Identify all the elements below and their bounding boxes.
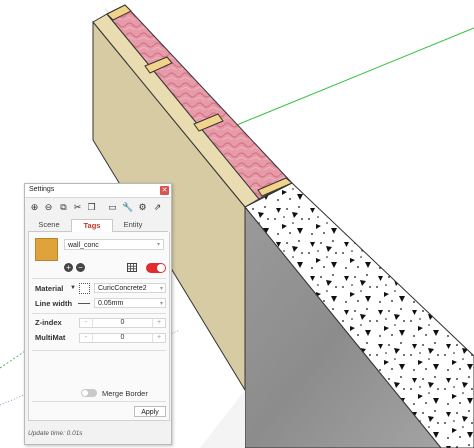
multimat-label: MultiMat	[35, 333, 66, 342]
tab-bar: Scene Tags Entity	[28, 219, 168, 232]
tags-content: wall_conc ▾ + − Material ▼ CuricConcrete…	[28, 232, 170, 421]
chevron-down-icon: ▾	[156, 242, 160, 248]
chevron-down-icon: ▾	[159, 301, 163, 307]
merge-border-toggle[interactable]	[81, 389, 97, 397]
add-tag-icon[interactable]: +	[64, 263, 73, 272]
divider	[32, 350, 166, 351]
toggle-knob	[157, 264, 165, 272]
material-pattern-icon[interactable]	[79, 283, 90, 294]
toggle-knob	[82, 390, 88, 396]
add-circle-icon[interactable]: ⊕	[29, 202, 40, 213]
line-width-label: Line width	[35, 299, 73, 308]
tab-scene[interactable]: Scene	[28, 219, 70, 231]
cut-icon[interactable]: ✂	[72, 202, 83, 213]
close-icon[interactable]: ✕	[160, 186, 169, 195]
divider	[32, 278, 166, 279]
multimat-increment-button[interactable]: +	[152, 334, 165, 342]
apply-button[interactable]: Apply	[134, 406, 166, 417]
monitor-icon[interactable]: ▭	[107, 202, 118, 213]
divider	[32, 313, 166, 314]
toolbar: ⊕ ⊖ ⧉ ✂ ❐ ▭ 🔧 ⚙ ⇗	[25, 200, 171, 216]
remove-tag-icon[interactable]: −	[76, 263, 85, 272]
tab-entity[interactable]: Entity	[112, 219, 154, 231]
line-width-icon	[78, 303, 90, 304]
settings-titlebar[interactable]: Settings ✕	[25, 184, 171, 198]
material-value: CuricConcrete2	[98, 285, 147, 292]
line-width-select[interactable]: 0.05mm ▾	[94, 298, 166, 308]
merge-border-label: Merge Border	[102, 389, 148, 398]
caret-down-icon[interactable]: ▼	[70, 285, 76, 291]
tag-visibility-toggle[interactable]	[146, 263, 166, 273]
zindex-stepper[interactable]: - 0 +	[79, 318, 166, 328]
copy-icon[interactable]: ⧉	[58, 202, 69, 213]
tab-tags[interactable]: Tags	[71, 219, 113, 232]
zindex-increment-button[interactable]: +	[152, 319, 165, 327]
tag-name-value: wall_conc	[68, 242, 99, 249]
paste-icon[interactable]: ❐	[86, 202, 97, 213]
panel-title: Settings	[29, 186, 55, 193]
chevron-down-icon: ▾	[159, 286, 163, 292]
update-time-status: Update time: 0.01s	[28, 430, 83, 437]
material-select[interactable]: CuricConcrete2 ▾	[94, 283, 166, 293]
wrench-icon[interactable]: 🔧	[122, 202, 133, 213]
export-icon[interactable]: ⇗	[152, 202, 163, 213]
material-label: Material	[35, 284, 64, 293]
remove-circle-icon[interactable]: ⊖	[43, 202, 54, 213]
zindex-label: Z-index	[35, 318, 62, 327]
gears-icon[interactable]: ⚙	[137, 202, 148, 213]
table-icon[interactable]	[127, 263, 137, 272]
tag-color-swatch[interactable]	[35, 238, 58, 261]
multimat-value[interactable]: 0	[92, 334, 153, 342]
ground-shadow	[200, 390, 245, 448]
line-width-value: 0.05mm	[98, 300, 124, 307]
zindex-value[interactable]: 0	[92, 319, 153, 327]
multimat-stepper[interactable]: - 0 +	[79, 333, 166, 343]
tag-name-select[interactable]: wall_conc ▾	[64, 239, 164, 250]
green-axis-line	[199, 27, 474, 141]
settings-panel: Settings ✕ ⊕ ⊖ ⧉ ✂ ❐ ▭ 🔧 ⚙ ⇗ Scene Tags …	[24, 183, 172, 445]
divider	[32, 401, 166, 402]
